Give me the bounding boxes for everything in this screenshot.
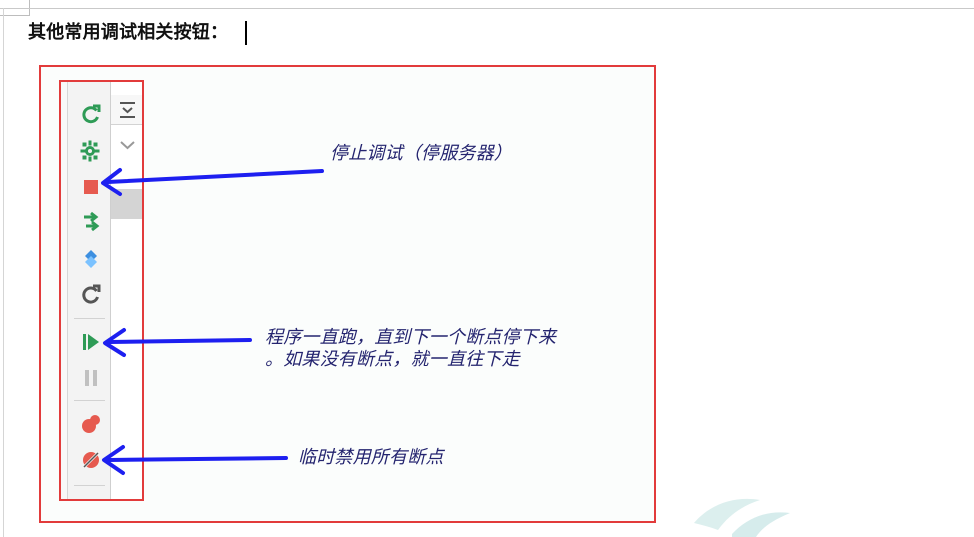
- resume-annotation-line-1: 程序一直跑，直到下一个断点停下来: [265, 327, 557, 348]
- collapse-all-icon: [120, 102, 135, 118]
- rerun-button[interactable]: [78, 102, 104, 128]
- left-margin-line: [3, 8, 4, 537]
- breakpoints-icon: [82, 415, 100, 433]
- breakpoint-view-button[interactable]: [78, 246, 104, 272]
- top-divider: [0, 8, 974, 9]
- stop-annotation: 停止调试（停服务器）: [330, 143, 512, 165]
- selected-side-row: [111, 189, 142, 219]
- mute-breakpoints-button[interactable]: [78, 447, 104, 473]
- stop-icon: [84, 180, 98, 194]
- debug-toolbar-panel: [59, 80, 144, 501]
- pause-icon: [85, 370, 97, 386]
- resume-button[interactable]: [78, 329, 104, 355]
- step-over-icon: [84, 211, 100, 232]
- refresh-button[interactable]: [78, 282, 104, 308]
- rerun-icon: [82, 104, 101, 124]
- toolbar-separator: [74, 400, 105, 401]
- debug-settings-button[interactable]: [78, 138, 104, 164]
- mute-annotation-text: 临时禁用所有断点: [298, 447, 444, 468]
- stop-annotation-text: 停止调试（停服务器）: [330, 143, 512, 164]
- page-heading: 其他常用调试相关按钮：: [28, 22, 229, 43]
- toolbar-separator: [74, 318, 105, 319]
- watermark-logo: [694, 498, 790, 537]
- gear-icon: [80, 140, 100, 162]
- resume-annotation: 程序一直跑，直到下一个断点停下来 。如果没有断点，就一直往下走: [265, 327, 556, 371]
- collapse-all-button[interactable]: [111, 95, 142, 125]
- refresh-icon: [82, 284, 101, 304]
- step-over-button[interactable]: [78, 210, 104, 236]
- mute-annotation: 临时禁用所有断点: [298, 447, 444, 469]
- stop-button[interactable]: [78, 174, 104, 200]
- resume-icon: [83, 334, 99, 350]
- chevron-down-icon: [120, 141, 135, 150]
- toolbar-separator: [74, 485, 105, 486]
- resume-annotation-line-2: 。如果没有断点，就一直往下走: [265, 349, 520, 370]
- expand-chevron-button[interactable]: [111, 131, 142, 161]
- diamond-icon: [85, 250, 97, 268]
- view-breakpoints-button[interactable]: [78, 411, 104, 437]
- text-cursor: [245, 21, 247, 45]
- pause-button[interactable]: [78, 365, 104, 391]
- mute-breakpoints-icon: [82, 451, 100, 469]
